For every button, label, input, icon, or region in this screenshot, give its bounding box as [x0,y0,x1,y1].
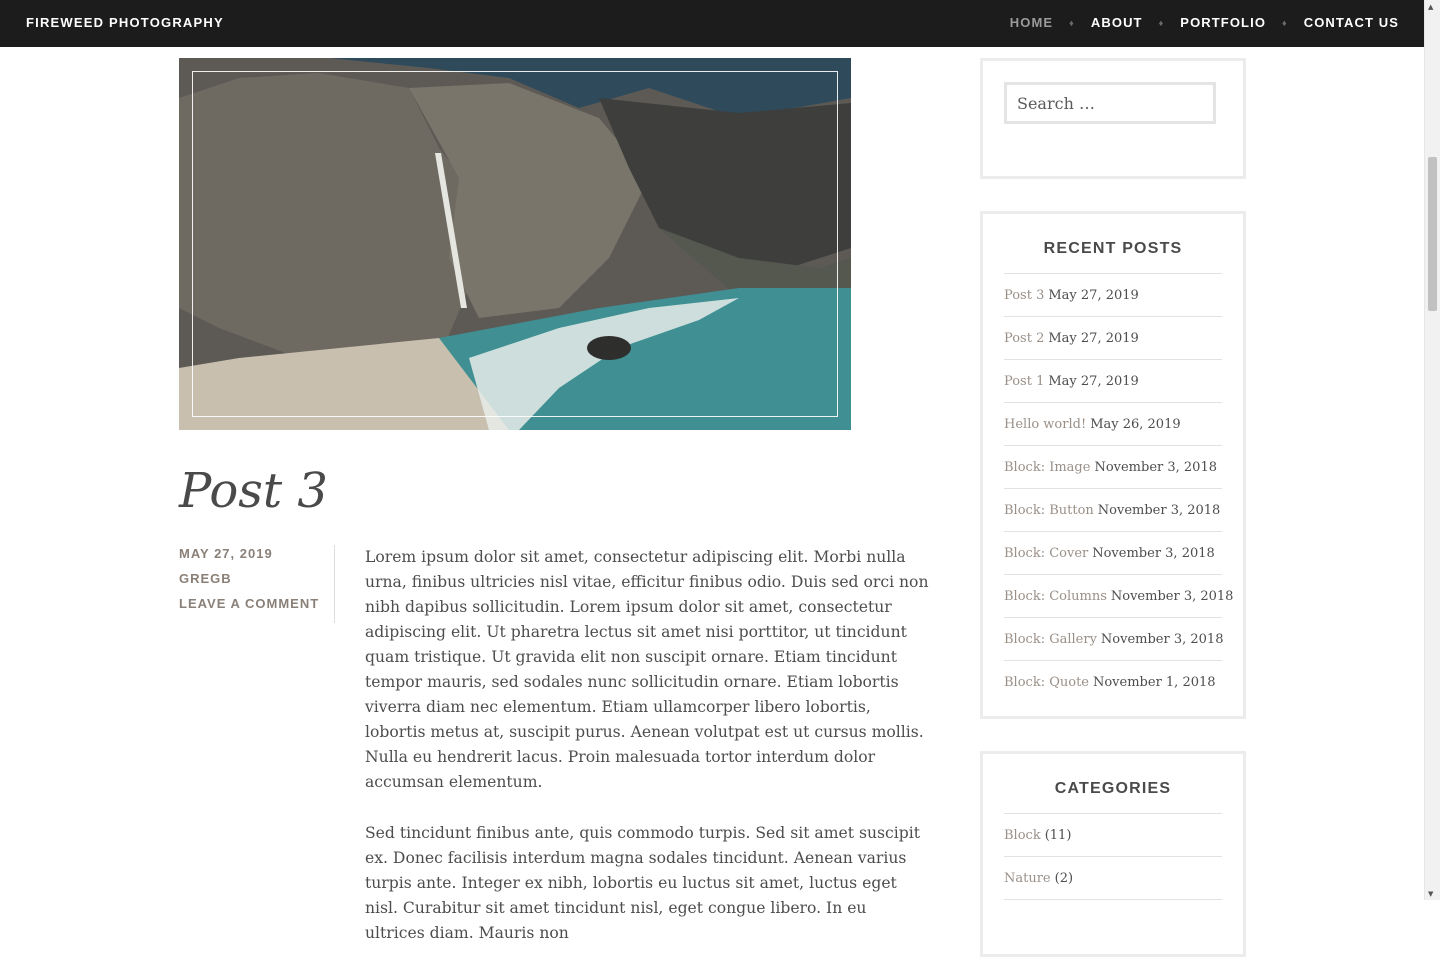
paragraph: Sed tincidunt finibus ante, quis commodo… [365,824,920,942]
recent-post-link[interactable]: Post 3 [1004,288,1044,303]
nav-home[interactable]: HOME [1010,15,1053,30]
list-item: Post 2 May 27, 2019 [1004,317,1222,360]
search-input[interactable] [1004,82,1216,124]
category-count: (11) [1044,827,1072,843]
nav-contact-us[interactable]: CONTACT US [1304,15,1399,30]
nav-separator-icon: ♦ [1282,17,1288,28]
nav-portfolio[interactable]: PORTFOLIO [1180,15,1266,30]
recent-post-link[interactable]: Block: Columns [1004,589,1107,604]
site-title[interactable]: FIREWEED PHOTOGRAPHY [26,15,224,30]
post-author[interactable]: GREGB [179,571,324,586]
recent-post-date: November 3, 2018 [1097,502,1221,518]
recent-post-date: November 3, 2018 [1094,459,1217,475]
image-frame [192,71,838,417]
category-link[interactable]: Block [1004,828,1041,843]
list-item: Block: Columns November 3, 2018 [1004,575,1233,618]
recent-post-date: November 1, 2018 [1092,674,1216,690]
recent-post-date: May 26, 2019 [1090,416,1181,432]
paragraph: Lorem ipsum dolor sit amet, consectetur … [365,548,929,791]
nav-about[interactable]: ABOUT [1091,15,1143,30]
post-title[interactable]: Post 3 [179,463,328,519]
list-item: Post 1 May 27, 2019 [1004,360,1222,403]
recent-post-link[interactable]: Block: Button [1004,503,1094,518]
recent-post-link[interactable]: Block: Quote [1004,675,1089,690]
recent-posts-list: Post 3 May 27, 2019 Post 2 May 27, 2019 Po… [1004,273,1233,703]
recent-post-date: November 3, 2018 [1092,545,1215,561]
recent-post-link[interactable]: Hello world! [1004,417,1086,432]
list-item: Nature (2) [1004,857,1222,900]
search-widget [980,58,1246,179]
meta-divider [334,545,335,623]
recent-post-link[interactable]: Post 2 [1004,331,1044,346]
list-item: Hello world! May 26, 2019 [1004,403,1222,446]
main-nav: HOME ♦ ABOUT ♦ PORTFOLIO ♦ CONTACT US [1010,15,1399,30]
category-count: (2) [1054,870,1074,886]
post-featured-image[interactable] [179,58,851,430]
recent-post-date: May 27, 2019 [1048,287,1139,303]
categories-title: CATEGORIES [1054,780,1172,797]
list-item: Block: Gallery November 3, 2018 [1004,618,1224,661]
recent-post-link[interactable]: Block: Cover [1004,546,1088,561]
category-link[interactable]: Nature [1004,871,1051,886]
recent-post-link[interactable]: Post 1 [1004,374,1044,389]
recent-post-link[interactable]: Block: Gallery [1004,632,1097,647]
post-meta: MAY 27, 2019 GREGB LEAVE A COMMENT [179,546,324,621]
nav-separator-icon: ♦ [1069,17,1075,28]
list-item: Block: Button November 3, 2018 [1004,489,1222,532]
recent-posts-title: RECENT POSTS [1043,240,1183,257]
list-item: Post 3 May 27, 2019 [1004,274,1222,317]
nav-separator-icon: ♦ [1158,17,1165,28]
leave-comment-link[interactable]: LEAVE A COMMENT [179,596,324,611]
recent-post-date: May 27, 2019 [1048,330,1139,346]
post-content: Lorem ipsum dolor sit amet, consectetur … [365,545,930,972]
list-item: Block (11) [1004,814,1222,857]
categories-widget: CATEGORIES Block (11) Nature (2) [980,751,1246,957]
list-item: Block: Image November 3, 2018 [1004,446,1222,489]
recent-posts-widget: RECENT POSTS Post 3 May 27, 2019 Post 2 Ma… [980,211,1246,719]
top-navigation-bar: FIREWEED PHOTOGRAPHY HOME ♦ ABOUT ♦ PORT… [0,0,1425,47]
recent-post-link[interactable]: Block: Image [1004,460,1090,475]
scroll-thumb[interactable] [1428,157,1437,311]
scroll-down-arrow-icon[interactable]: ▼ [1428,890,1433,898]
recent-post-date: November 3, 2018 [1100,631,1224,647]
scroll-up-arrow-icon[interactable]: ▲ [1428,3,1433,11]
post-date[interactable]: MAY 27, 2019 [179,546,324,561]
categories-list: Block (11) Nature (2) [1004,813,1222,900]
recent-post-date: November 3, 2018 [1110,588,1234,604]
page-scrollbar[interactable]: ▲ ▼ [1424,0,1440,900]
list-item: Block: Cover November 3, 2018 [1004,532,1222,575]
list-item: Block: Quote November 1, 2018 [1004,661,1222,703]
recent-post-date: May 27, 2019 [1048,373,1139,389]
